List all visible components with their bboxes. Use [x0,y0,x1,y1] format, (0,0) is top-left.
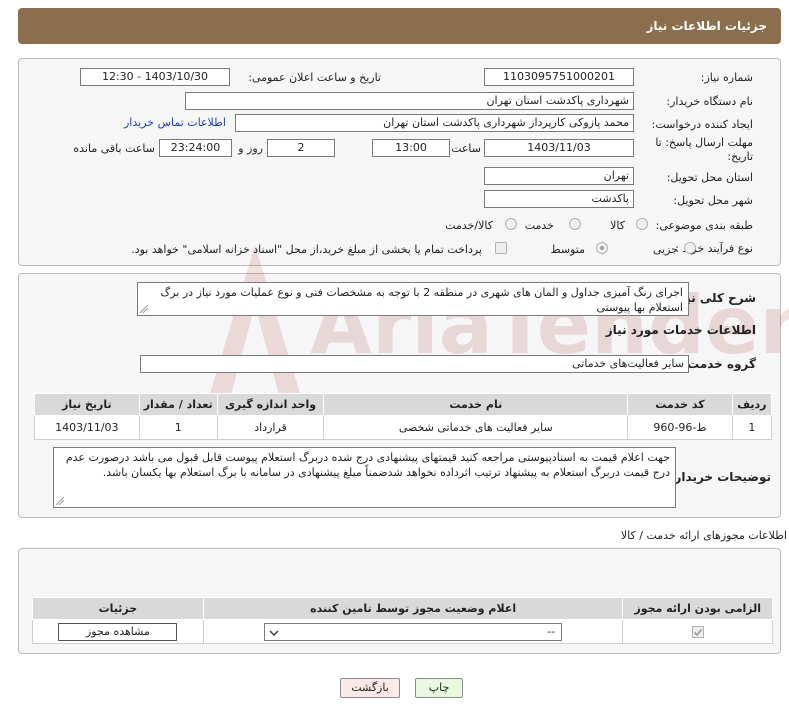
city-field[interactable]: پاکدشت [484,190,634,208]
col-permit-required: الزامی بودن ارائه مجوز [622,597,773,620]
permit-status-select[interactable]: -- [264,622,563,641]
process-radio-minor[interactable] [684,242,696,254]
col-permit-details: جزئیات [32,597,204,620]
permit-required-checkbox[interactable] [691,626,704,638]
category-option-goods-service: کالا/خدمت [445,219,493,232]
service-group-label: گروه خدمت: [682,357,756,371]
announce-label: تاریخ و ساعت اعلان عمومی: [248,71,381,84]
page-header: جزئیات اطلاعات نیاز [18,8,781,44]
announce-field[interactable]: 1403/10/30 - 12:30 [80,68,230,86]
col-quantity: تعداد / مقدار [138,393,218,416]
chevron-down-icon [269,630,279,636]
process-option-minor: جزیی [652,243,678,256]
page-title: جزئیات اطلاعات نیاز [646,19,767,33]
days-label: روز و [238,142,263,155]
category-option-goods: کالا [610,219,625,232]
remaining-time-field[interactable]: 23:24:00 [159,139,232,157]
services-section-title: اطلاعات خدمات مورد نیاز [605,323,756,337]
province-label: استان محل تحویل: [666,171,753,184]
days-field[interactable]: 2 [267,139,335,157]
deadline-date-field[interactable]: 1403/11/03 [484,139,634,157]
buyer-notes-label: توضیحات خریدار: [669,470,771,484]
buyer-org-label: نام دستگاه خریدار: [666,95,753,108]
remaining-label: ساعت باقی مانده [73,142,155,155]
service-group-field[interactable]: سایر فعالیت‌های خدماتی [140,355,689,373]
deadline-time-field[interactable]: 13:00 [372,139,450,157]
permits-table-header: الزامی بودن ارائه مجوز اعلام وضعیت مجوز … [32,597,773,620]
view-permit-button[interactable]: مشاهده مجوز [58,622,178,641]
buyer-contact-link[interactable]: اطلاعات تماس خریدار [124,116,226,129]
col-service-name: نام خدمت [323,393,629,416]
table-row: -- مشاهده مجوز [32,619,773,644]
cell-need-date: 1403/11/03 [34,415,140,440]
permits-section-title: اطلاعات مجوزهای ارائه خدمت / کالا [620,529,787,542]
province-field[interactable]: تهران [484,167,634,185]
summary-textarea[interactable]: اجرای رنگ آمیزی جداول و المان های شهری د… [137,282,689,316]
process-radio-medium[interactable] [596,242,608,254]
cell-row-number: 1 [731,415,773,440]
services-table: ردیف کد خدمت نام خدمت واحد اندازه گیری ت… [34,393,773,440]
need-number-field[interactable]: 1103095751000201 [484,68,634,86]
cell-permit-details: مشاهده مجوز [32,619,204,644]
permits-table: الزامی بودن ارائه مجوز اعلام وضعیت مجوز … [32,597,773,644]
col-unit: واحد اندازه گیری [216,393,325,416]
col-row-number: ردیف [731,393,773,416]
col-service-code: کد خدمت [627,393,733,416]
process-option-medium: متوسط [550,243,585,256]
payment-treasury-checkbox[interactable] [495,242,507,254]
cell-service-name: سایر فعالیت های خدماتی شخصی [323,415,629,440]
check-icon [693,628,702,637]
services-table-header: ردیف کد خدمت نام خدمت واحد اندازه گیری ت… [34,393,773,416]
summary-text: اجرای رنگ آمیزی جداول و المان های شهری د… [160,286,683,314]
category-radio-goods-service[interactable] [505,218,517,230]
table-row: 1 ط-96-960 سایر فعالیت های خدماتی شخصی ق… [34,415,773,440]
resize-grip-icon[interactable] [56,497,64,505]
cell-service-code: ط-96-960 [627,415,733,440]
col-permit-status: اعلام وضعیت مجوز توسط تامین کننده [202,597,624,620]
buyer-notes-textarea[interactable]: جهت اعلام قیمت به اسنادپیوستی مراجعه کنی… [53,447,676,508]
cell-quantity: 1 [138,415,218,440]
resize-grip-icon[interactable] [140,305,148,313]
category-option-service: خدمت [524,219,554,232]
requester-field[interactable]: محمد پازوکی کارپرداز شهرداری پاکدشت استا… [235,114,634,132]
deadline-label: مهلت ارسال پاسخ: تا تاریخ: [655,136,753,163]
cell-permit-status: -- [202,619,624,644]
buyer-notes-text: جهت اعلام قیمت به اسنادپیوستی مراجعه کنی… [65,451,670,479]
requester-label: ایجاد کننده درخواست: [651,118,753,131]
col-need-date: تاریخ نیاز [34,393,140,416]
deadline-time-label: ساعت [451,142,481,155]
city-label: شهر محل تحویل: [673,194,753,207]
category-radio-goods[interactable] [636,218,648,230]
buyer-org-field[interactable]: شهرداری پاکدشت استان تهران [185,92,634,110]
category-radio-service[interactable] [569,218,581,230]
print-button[interactable]: چاپ [415,678,463,698]
back-button[interactable]: بازگشت [340,678,400,698]
cell-unit: قرارداد [216,415,325,440]
cell-permit-required [622,619,773,644]
need-number-label: شماره نیاز: [700,71,753,84]
category-label: طبقه بندی موضوعی: [655,219,753,232]
payment-note: پرداخت تمام یا بخشی از مبلغ خرید،از محل … [131,243,482,256]
permit-status-value: -- [547,624,556,638]
